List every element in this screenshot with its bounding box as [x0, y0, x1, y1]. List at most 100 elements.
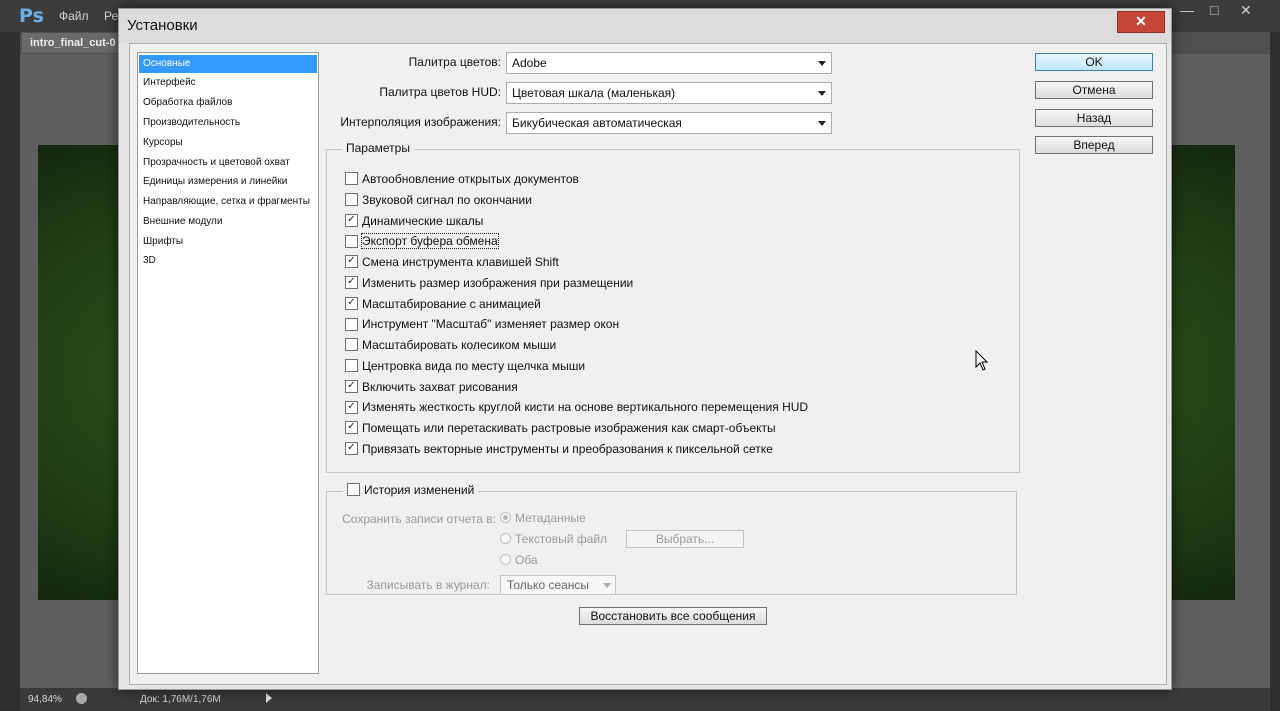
hud-color-picker-label: Палитра цветов HUD: [379, 85, 501, 99]
option-row[interactable]: ✓ Помещать или перетаскивать растровые из… [345, 419, 776, 437]
option-label: Привязать векторные инструменты и преобр… [362, 441, 773, 456]
option-checkbox[interactable]: ✓ [345, 442, 358, 456]
minimize-icon[interactable]: — [1180, 2, 1194, 18]
sidebar-item-3d[interactable]: 3D [139, 252, 317, 270]
color-picker-label: Палитра цветов: [408, 55, 501, 69]
option-label: Инструмент "Масштаб" изменяет размер око… [362, 317, 620, 332]
radio-text-file-label: Текстовый файл [515, 532, 608, 546]
journal-label: Записывать в журнал: [366, 578, 490, 592]
radio-both[interactable] [500, 554, 511, 566]
choose-button[interactable]: Выбрать... [626, 530, 744, 548]
option-row[interactable]: ✓ Смена инструмента клавишей Shift [345, 253, 559, 271]
close-icon[interactable]: ✕ [1117, 11, 1165, 33]
option-row[interactable]: Автообновление открытых документов [345, 170, 579, 188]
option-label: Масштабировать колесиком мыши [362, 338, 557, 352]
preferences-sidebar: Основные Интерфейс Обработка файлов Прои… [137, 52, 319, 674]
option-checkbox[interactable]: ✓ [345, 255, 358, 269]
dialog-title: Установки [127, 17, 198, 34]
option-checkbox[interactable] [345, 317, 358, 331]
option-checkbox[interactable] [345, 338, 358, 352]
option-checkbox[interactable]: ✓ [345, 421, 358, 435]
option-row[interactable]: ✓ Привязать векторные инструменты и преоб… [345, 440, 773, 458]
option-checkbox[interactable]: ✓ [345, 296, 358, 310]
option-label: Изменить размер изображения при размещен… [362, 275, 634, 290]
sidebar-item-cursors[interactable]: Курсоры [139, 134, 317, 152]
interpolation-label: Интерполяция изображения: [340, 115, 501, 129]
sidebar-item-transparency[interactable]: Прозрачность и цветовой охват [139, 154, 317, 172]
journal-value: Только сеансы [507, 578, 590, 592]
color-picker-value: Adobe [512, 56, 547, 70]
forward-button[interactable]: Вперед [1035, 136, 1153, 154]
color-picker-select[interactable]: Adobe [506, 52, 832, 74]
dialog-titlebar[interactable]: Установки ✕ [119, 9, 1171, 43]
option-row[interactable]: Инструмент "Масштаб" изменяет размер око… [345, 315, 619, 333]
photoshop-logo: Ps [19, 5, 44, 27]
sidebar-item-guides[interactable]: Направляющие, сетка и фрагменты [139, 193, 317, 211]
history-group-title[interactable]: История изменений [343, 483, 479, 498]
options-group-title: Параметры [342, 141, 414, 155]
sidebar-item-type[interactable]: Шрифты [139, 233, 317, 251]
document-info: Док: 1,76M/1,76M [140, 694, 221, 705]
option-label: Центровка вида по месту щелчка мыши [362, 358, 586, 373]
option-row[interactable]: ✓ Включить захват рисования [345, 378, 518, 396]
option-checkbox[interactable]: ✓ [345, 213, 358, 227]
option-row[interactable]: ✓ Динамические шкалы [345, 212, 483, 230]
option-checkbox[interactable]: ✓ [345, 276, 358, 290]
preferences-dialog: Установки ✕ Основные Интерфейс Обработка… [118, 8, 1172, 690]
dialog-body: Основные Интерфейс Обработка файлов Прои… [129, 43, 1167, 685]
option-row[interactable]: Масштабировать колесиком мыши [345, 336, 556, 354]
option-checkbox[interactable] [345, 359, 358, 373]
chevron-down-icon [818, 121, 826, 126]
chevron-down-icon [603, 583, 611, 588]
option-checkbox[interactable]: ✓ [345, 379, 358, 393]
option-row[interactable]: ✓ Масштабирование с анимацией [345, 295, 541, 313]
option-label: Смена инструмента клавишей Shift [362, 255, 559, 269]
status-info-icon[interactable] [76, 693, 87, 704]
ok-button[interactable]: OK [1035, 53, 1153, 71]
sidebar-item-units[interactable]: Единицы измерения и линейки [139, 173, 317, 191]
option-label: Автообновление открытых документов [362, 172, 579, 186]
option-checkbox[interactable]: ✓ [345, 400, 358, 414]
option-label: Динамические шкалы [362, 213, 484, 228]
restore-messages-button[interactable]: Восстановить все сообщения [579, 607, 767, 625]
option-label: Изменять жесткость круглой кисти на осно… [362, 400, 809, 415]
option-checkbox[interactable] [345, 193, 358, 207]
option-label: Звуковой сигнал по окончании [362, 192, 532, 207]
menu-file[interactable]: Файл [59, 9, 89, 23]
sidebar-item-plugins[interactable]: Внешние модули [139, 213, 317, 231]
radio-text-file-row[interactable]: Текстовый файл [500, 532, 607, 546]
option-label: Масштабирование с анимацией [362, 296, 541, 311]
option-row[interactable]: Центровка вида по месту щелчка мыши [345, 357, 585, 375]
interpolation-select[interactable]: Бикубическая автоматическая [506, 112, 832, 134]
option-row[interactable]: ✓ Изменить размер изображения при размеще… [345, 274, 633, 292]
hud-color-picker-select[interactable]: Цветовая шкала (маленькая) [506, 82, 832, 104]
radio-both-row[interactable]: Оба [500, 553, 538, 567]
option-row[interactable]: ✓ Изменять жесткость круглой кисти на осн… [345, 398, 808, 416]
back-button[interactable]: Назад [1035, 109, 1153, 127]
save-log-label: Сохранить записи отчета в: [342, 512, 496, 526]
option-row[interactable]: Экспорт буфера обмена [345, 232, 499, 250]
option-checkbox[interactable] [345, 172, 358, 186]
radio-metadata-label: Метаданные [515, 511, 586, 525]
close-window-icon[interactable]: ✕ [1240, 2, 1252, 19]
status-bar: 94,84% Док: 1,76M/1,76M [20, 688, 1270, 711]
history-checkbox[interactable] [347, 483, 360, 497]
radio-metadata-row[interactable]: Метаданные [500, 511, 586, 525]
status-menu-arrow-icon[interactable] [266, 693, 272, 703]
radio-both-label: Оба [515, 553, 538, 567]
cancel-button[interactable]: Отмена [1035, 81, 1153, 99]
option-checkbox[interactable] [345, 234, 358, 248]
zoom-level[interactable]: 94,84% [28, 694, 62, 705]
mouse-pointer-icon [975, 350, 989, 371]
journal-select[interactable]: Только сеансы [500, 575, 616, 595]
menu-edit[interactable]: Ре [104, 9, 118, 23]
chevron-down-icon [818, 91, 826, 96]
option-row[interactable]: Звуковой сигнал по окончании [345, 191, 532, 209]
maximize-icon[interactable]: □ [1210, 2, 1218, 18]
document-tab[interactable]: intro_final_cut-0 [22, 33, 124, 53]
history-label: История изменений [364, 483, 475, 497]
radio-text-file[interactable] [500, 533, 511, 545]
option-label: Экспорт буфера обмена [361, 233, 499, 250]
interpolation-value: Бикубическая автоматическая [512, 116, 682, 130]
radio-metadata[interactable] [500, 512, 511, 524]
